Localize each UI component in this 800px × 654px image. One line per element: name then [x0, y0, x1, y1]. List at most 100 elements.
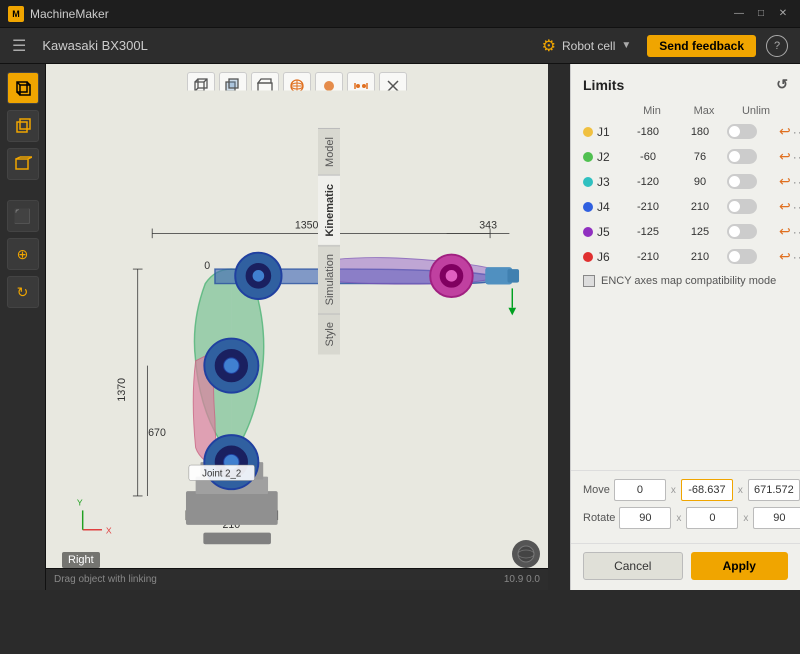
j4-max: 210 — [675, 201, 725, 213]
move-x-input[interactable] — [614, 479, 666, 501]
j3-toggle[interactable] — [727, 174, 757, 189]
apply-button[interactable]: Apply — [691, 552, 789, 580]
app-icon: M — [8, 6, 24, 22]
feedback-button[interactable]: Send feedback — [647, 35, 756, 57]
sphere-button[interactable] — [512, 540, 540, 568]
j5-max: 125 — [675, 226, 725, 238]
rotate-y-input[interactable] — [686, 507, 738, 529]
svg-text:Joint 2_2: Joint 2_2 — [202, 469, 241, 480]
svg-text:Y: Y — [77, 498, 83, 508]
joint-dot-j4 — [583, 202, 593, 212]
coordinates: 10.9 0.0 — [504, 574, 540, 585]
j3-max: 90 — [675, 176, 725, 188]
j4-more-button[interactable]: ··· — [793, 200, 800, 214]
joint-row-j4: J4 -210 210 ↩ ··· — [583, 196, 788, 217]
tab-model[interactable]: Model — [318, 128, 340, 175]
menu-icon[interactable]: ☰ — [12, 36, 26, 56]
joint-label-j2: J2 — [583, 150, 619, 164]
robot-cell-dropdown-icon[interactable]: ▼ — [621, 40, 631, 51]
toolbar-rotate-button[interactable]: ↻ — [7, 276, 39, 308]
side-tabs: Model Kinematic Simulation Style — [318, 128, 340, 654]
j6-arrow-icon[interactable]: ↩ — [779, 248, 791, 265]
ency-label: ENCY axes map compatibility mode — [601, 275, 776, 287]
panel-content: Limits ↺ Min Max Unlim J1 -180 18 — [571, 64, 800, 470]
svg-text:X: X — [106, 526, 112, 536]
svg-text:1370: 1370 — [116, 378, 128, 402]
j2-max: 76 — [675, 151, 725, 163]
robot-cell-label: Robot cell — [562, 39, 615, 53]
tab-style[interactable]: Style — [318, 313, 340, 354]
rotate-row: Rotate x x — [583, 507, 788, 529]
close-button[interactable]: ✕ — [774, 7, 792, 21]
j6-min: -210 — [623, 251, 673, 263]
titlebar: M MachineMaker — □ ✕ — [0, 0, 800, 28]
move-z-input[interactable] — [748, 479, 800, 501]
j3-min: -120 — [623, 176, 673, 188]
j1-min: -180 — [623, 126, 673, 138]
col-max: Max — [679, 105, 729, 117]
help-button[interactable]: ? — [766, 35, 788, 57]
view-label: Right — [62, 552, 100, 568]
j5-more-button[interactable]: ··· — [793, 225, 800, 239]
joint-row-j3: J3 -120 90 ↩ ··· — [583, 171, 788, 192]
move-label: Move — [583, 484, 610, 496]
maximize-button[interactable]: □ — [752, 7, 770, 21]
j5-arrow-icon[interactable]: ↩ — [779, 223, 791, 240]
rotate-z-input[interactable] — [753, 507, 800, 529]
joint-label-j6: J6 — [583, 250, 619, 264]
j3-more-button[interactable]: ··· — [793, 175, 800, 189]
robot-visualization: 1350 343 0 1370 670 210 — [46, 64, 548, 590]
toolbar-cube2-button[interactable] — [7, 110, 39, 142]
robot-cell-selector[interactable]: ⚙ Robot cell ▼ — [542, 36, 632, 56]
j1-toggle[interactable] — [727, 124, 757, 139]
left-toolbar: ⬛ ⊕ ↻ — [0, 64, 46, 590]
joint-dot-j1 — [583, 127, 593, 137]
document-title: Kawasaki BX300L — [42, 38, 148, 53]
j6-more-button[interactable]: ··· — [793, 250, 800, 264]
j3-arrow-icon[interactable]: ↩ — [779, 173, 791, 190]
move-y-input[interactable] — [681, 479, 733, 501]
svg-text:0: 0 — [204, 260, 210, 272]
j1-arrow-icon[interactable]: ↩ — [779, 123, 791, 140]
svg-text:343: 343 — [479, 220, 497, 232]
j1-more-button[interactable]: ··· — [793, 125, 800, 139]
j2-more-button[interactable]: ··· — [793, 150, 800, 164]
move-x-separator: x — [671, 485, 676, 496]
ency-checkbox[interactable] — [583, 275, 595, 287]
tab-kinematic[interactable]: Kinematic — [318, 175, 340, 245]
toolbar-cube1-button[interactable] — [7, 72, 39, 104]
col-unlim: Unlim — [731, 105, 781, 117]
j4-min: -210 — [623, 201, 673, 213]
j2-arrow-icon[interactable]: ↩ — [779, 148, 791, 165]
toolbar-move-button[interactable]: ⊕ — [7, 238, 39, 270]
rotate-x-input[interactable] — [619, 507, 671, 529]
cancel-button[interactable]: Cancel — [583, 552, 683, 580]
joint-row-j1: J1 -180 180 ↩ ··· — [583, 121, 788, 142]
joint-row-j2: J2 -60 76 ↩ ··· — [583, 146, 788, 167]
j6-toggle[interactable] — [727, 249, 757, 264]
j2-toggle[interactable] — [727, 149, 757, 164]
j4-toggle[interactable] — [727, 199, 757, 214]
limits-header: Min Max Unlim — [583, 105, 788, 117]
tab-simulation[interactable]: Simulation — [318, 245, 340, 313]
panel-buttons: Cancel Apply — [571, 543, 800, 590]
app-title: MachineMaker — [30, 7, 109, 21]
svg-text:670: 670 — [148, 427, 166, 439]
minimize-button[interactable]: — — [730, 7, 748, 21]
rotate-label: Rotate — [583, 512, 615, 524]
joint-row-j5: J5 -125 125 ↩ ··· — [583, 221, 788, 242]
refresh-icon[interactable]: ↺ — [776, 76, 788, 93]
joint-dot-j6 — [583, 252, 593, 262]
j5-toggle[interactable] — [727, 224, 757, 239]
right-panel: Limits ↺ Min Max Unlim J1 -180 18 — [570, 64, 800, 590]
joint-dot-j2 — [583, 152, 593, 162]
toolbar-cube3-button[interactable] — [7, 148, 39, 180]
viewport[interactable]: 1350 343 0 1370 670 210 — [46, 64, 548, 590]
limits-title: Limits ↺ — [583, 76, 788, 93]
j5-min: -125 — [623, 226, 673, 238]
topbar: ☰ Kawasaki BX300L ⚙ Robot cell ▼ Send fe… — [0, 28, 800, 64]
j2-min: -60 — [623, 151, 673, 163]
j4-arrow-icon[interactable]: ↩ — [779, 198, 791, 215]
move-rotate-panel: Move x x Rotate x x — [571, 470, 800, 543]
toolbar-select-button[interactable]: ⬛ — [7, 200, 39, 232]
